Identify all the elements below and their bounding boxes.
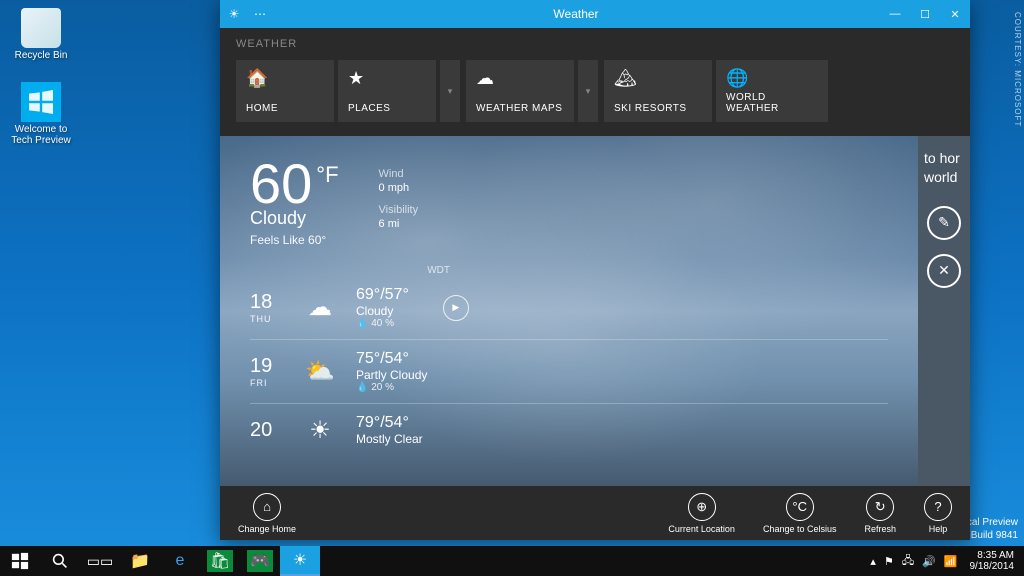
globe-icon: 🌐 bbox=[726, 68, 818, 89]
taskbar-store[interactable]: 🛍 bbox=[207, 550, 233, 572]
current-condition: Cloudy bbox=[250, 208, 339, 229]
weather-window: ☀ ⋯ Weather — ☐ ✕ WEATHER 🏠 HOME ★ PLACE… bbox=[220, 0, 970, 540]
edit-button[interactable]: ✎ bbox=[927, 206, 961, 240]
nav-label: WEATHER bbox=[236, 38, 954, 50]
mountain-icon: 🏔 bbox=[614, 68, 702, 89]
column-header: WDT bbox=[250, 265, 450, 276]
sun-icon: ☀ bbox=[298, 416, 342, 445]
courtesy-label: COURTESY: MICROSOFT bbox=[1013, 12, 1022, 127]
partly-cloudy-icon: ⛅ bbox=[298, 357, 342, 386]
side-panel: to hor world ✎ ✕ bbox=[918, 136, 970, 486]
taskbar-weather[interactable]: ☀ bbox=[280, 546, 320, 576]
taskbar-xbox[interactable]: 🎮 bbox=[247, 550, 273, 572]
current-temp: 60°F bbox=[250, 156, 339, 212]
search-button[interactable] bbox=[40, 546, 80, 576]
maps-dropdown[interactable]: ▾ bbox=[578, 60, 598, 122]
forecast-temps: 69°/57° bbox=[356, 286, 409, 304]
star-icon: ★ bbox=[348, 68, 426, 89]
desktop-icon-label: Recycle Bin bbox=[6, 50, 76, 61]
desktop-icon-tech-preview[interactable]: Welcome to Tech Preview bbox=[6, 82, 76, 146]
forecast-cond: Mostly Clear bbox=[356, 432, 423, 446]
tray-signal-icon[interactable]: 📶 bbox=[944, 555, 958, 568]
forecast-cond: Cloudy bbox=[356, 304, 409, 318]
taskbar: ▭▭ 📁 e 🛍 🎮 ☀ ▴ ⚑ 🖧 🔊 📶 8:35 AM 9/18/2014 bbox=[0, 546, 1024, 576]
taskbar-clock[interactable]: 8:35 AM 9/18/2014 bbox=[966, 550, 1019, 572]
change-home-button[interactable]: ⌂ Change Home bbox=[238, 493, 296, 534]
titlebar-more[interactable]: ⋯ bbox=[248, 7, 272, 21]
target-icon: ⊕ bbox=[688, 493, 716, 521]
taskbar-explorer[interactable]: 📁 bbox=[120, 546, 160, 576]
maximize-button[interactable]: ☐ bbox=[910, 8, 940, 21]
current-location-button[interactable]: ⊕ Current Location bbox=[668, 493, 735, 534]
nav-section: WEATHER 🏠 HOME ★ PLACES ▾ ☁ WEATHER MAPS… bbox=[220, 28, 970, 136]
play-button[interactable]: ▶ bbox=[443, 295, 469, 321]
forecast-temps: 75°/54° bbox=[356, 350, 427, 368]
tray-chevron-icon[interactable]: ▴ bbox=[870, 555, 876, 568]
forecast-precip: 💧 20 % bbox=[356, 382, 427, 393]
nav-ski-resorts[interactable]: 🏔 SKI RESORTS bbox=[604, 60, 712, 122]
app-bar: ⌂ Change Home ⊕ Current Location °C Chan… bbox=[220, 486, 970, 540]
wind-value: 0 mph bbox=[379, 182, 419, 194]
refresh-button[interactable]: ↻ Refresh bbox=[864, 493, 896, 534]
nav-places[interactable]: ★ PLACES bbox=[338, 60, 436, 122]
tray-network-icon[interactable]: 🖧 bbox=[902, 552, 914, 571]
minimize-button[interactable]: — bbox=[880, 8, 910, 21]
nav-world-weather[interactable]: 🌐 WORLD WEATHER bbox=[716, 60, 828, 122]
feels-like: Feels Like 60° bbox=[250, 233, 339, 247]
help-icon: ? bbox=[924, 493, 952, 521]
forecast-cond: Partly Cloudy bbox=[356, 368, 427, 382]
nav-home[interactable]: 🏠 HOME bbox=[236, 60, 334, 122]
forecast-temps: 79°/54° bbox=[356, 414, 423, 432]
home-pin-icon: ⌂ bbox=[253, 493, 281, 521]
taskbar-ie[interactable]: e bbox=[160, 546, 200, 576]
nav-weather-maps[interactable]: ☁ WEATHER MAPS bbox=[466, 60, 574, 122]
visibility-value: 6 mi bbox=[379, 218, 419, 230]
visibility-label: Visibility bbox=[379, 204, 419, 216]
desktop-icon-recycle-bin[interactable]: Recycle Bin bbox=[6, 8, 76, 61]
wind-label: Wind bbox=[379, 168, 419, 180]
close-button[interactable]: ✕ bbox=[940, 8, 970, 21]
home-icon: 🏠 bbox=[246, 68, 324, 89]
change-celsius-button[interactable]: °C Change to Celsius bbox=[763, 493, 837, 534]
refresh-icon: ↻ bbox=[866, 493, 894, 521]
windows-icon bbox=[21, 82, 61, 122]
places-dropdown[interactable]: ▾ bbox=[440, 60, 460, 122]
titlebar[interactable]: ☀ ⋯ Weather — ☐ ✕ bbox=[220, 0, 970, 28]
tray-volume-icon[interactable]: 🔊 bbox=[922, 555, 936, 568]
app-icon: ☀ bbox=[220, 7, 248, 21]
cloud-icon: ☁ bbox=[298, 293, 342, 322]
forecast-row[interactable]: 18THU ☁ 69°/57° Cloudy 💧 40 % ▶ bbox=[250, 276, 888, 339]
recycle-bin-icon bbox=[21, 8, 61, 48]
forecast-row[interactable]: 19FRI ⛅ 75°/54° Partly Cloudy 💧 20 % bbox=[250, 339, 888, 403]
task-view-button[interactable]: ▭▭ bbox=[80, 546, 120, 576]
start-button[interactable] bbox=[0, 546, 40, 576]
forecast-precip: 💧 40 % bbox=[356, 318, 409, 329]
celsius-icon: °C bbox=[786, 493, 814, 521]
weather-content: 60°F Cloudy Feels Like 60° Wind 0 mph Vi… bbox=[220, 136, 918, 486]
clouds-icon: ☁ bbox=[476, 68, 564, 89]
window-title: Weather bbox=[272, 7, 880, 21]
forecast-row[interactable]: 20 ☀ 79°/54° Mostly Clear bbox=[250, 403, 888, 456]
close-panel-button[interactable]: ✕ bbox=[927, 254, 961, 288]
desktop-icon-label: Welcome to Tech Preview bbox=[6, 124, 76, 146]
help-button[interactable]: ? Help bbox=[924, 493, 952, 534]
tray-flag-icon[interactable]: ⚑ bbox=[884, 555, 894, 568]
